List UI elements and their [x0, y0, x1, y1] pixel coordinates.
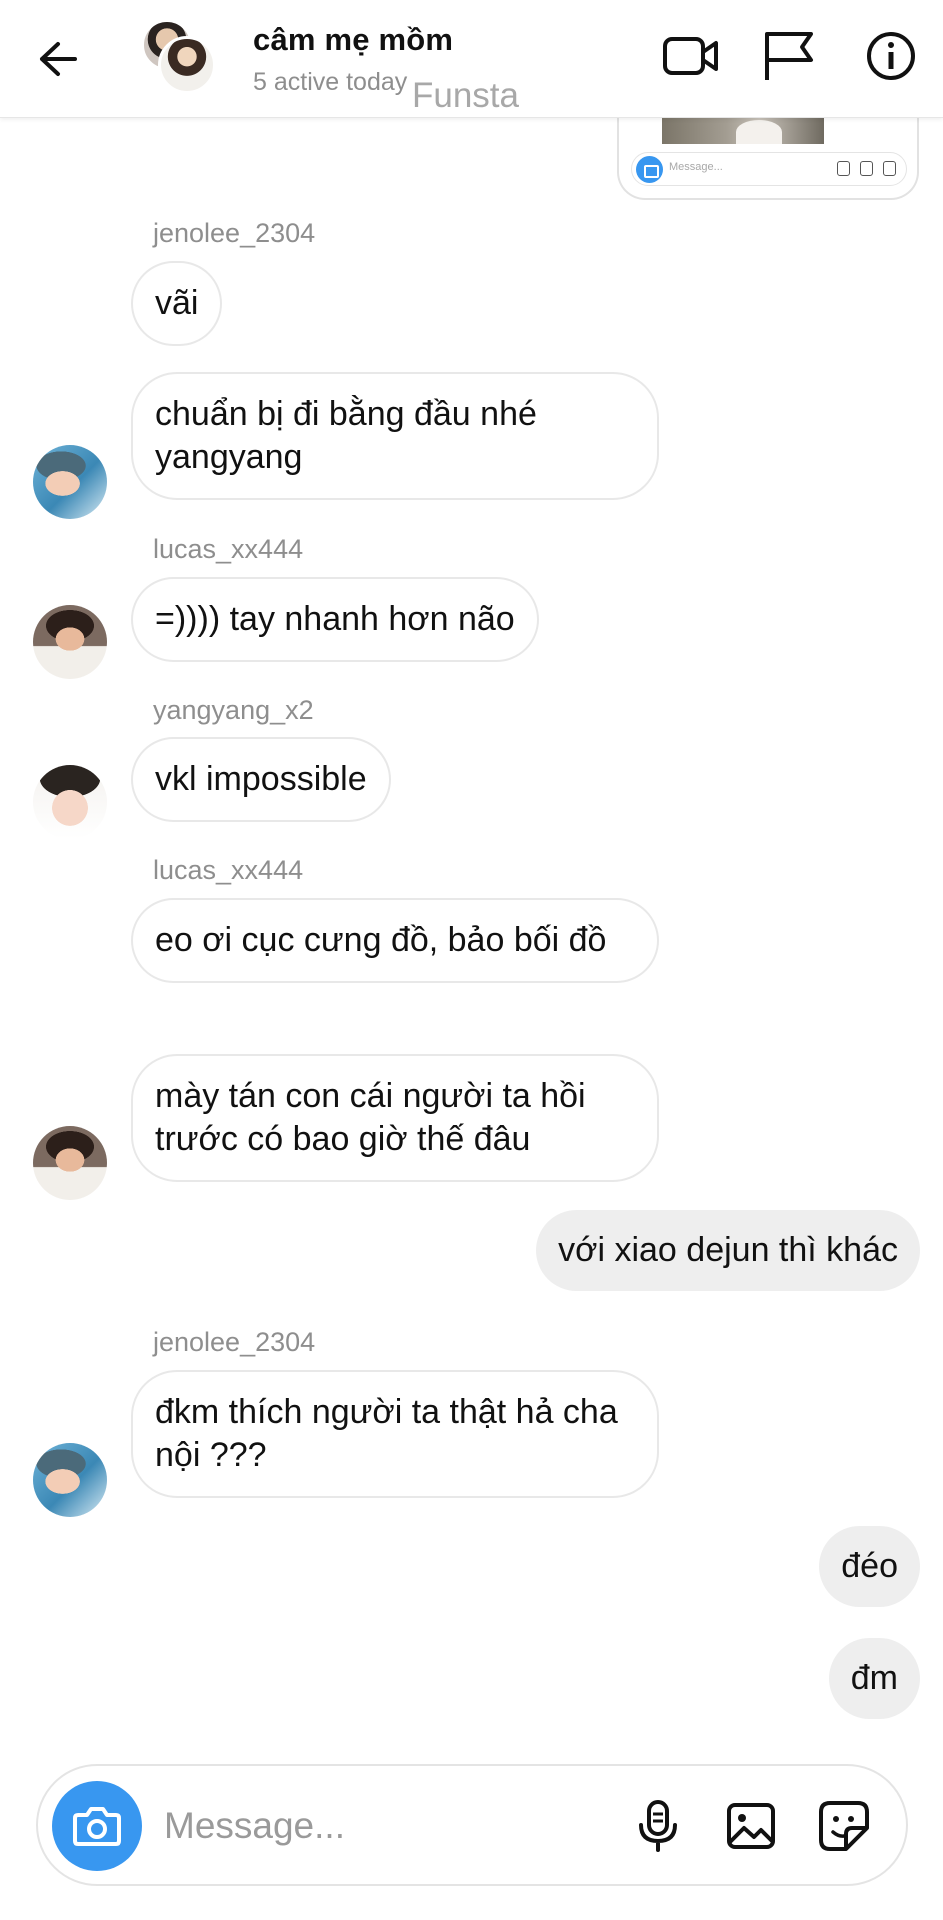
info-button[interactable]	[860, 28, 922, 84]
microphone-icon	[837, 161, 850, 176]
sticker-button[interactable]	[814, 1796, 874, 1856]
flag-icon	[765, 32, 813, 80]
message-bubble[interactable]: vãi	[131, 261, 223, 346]
message-bubble[interactable]: mày tán con cái người ta hồi trước có ba…	[131, 1054, 659, 1182]
avatar[interactable]	[33, 1443, 107, 1517]
group-avatar[interactable]	[142, 20, 220, 94]
image-icon	[860, 161, 873, 176]
arrow-left-icon	[40, 42, 77, 76]
video-camera-icon	[663, 37, 718, 75]
sender-name: lucas_xx444	[153, 534, 304, 564]
avatar[interactable]	[33, 1126, 107, 1200]
microphone-icon	[639, 1800, 677, 1852]
active-status: 5 active today	[253, 68, 408, 96]
chat-header: câm mẹ mồm 5 active today Funsta	[0, 0, 943, 118]
message-input[interactable]	[164, 1796, 634, 1856]
sender-name: lucas_xx444	[153, 855, 304, 885]
message-bubble[interactable]: đm	[828, 1638, 920, 1719]
message-bubble[interactable]: chuẩn bị đi bằng đầu nhé yangyang	[131, 372, 659, 500]
sender-name: jenolee_2304	[153, 1327, 316, 1357]
shared-image-message[interactable]: Message...	[617, 108, 919, 200]
avatar[interactable]	[33, 765, 107, 839]
sticker-icon	[819, 1801, 869, 1851]
message-bubble[interactable]: vkl impossible	[131, 737, 391, 822]
image-icon	[727, 1803, 775, 1849]
message-bubble[interactable]: =)))) tay nhanh hơn não	[131, 577, 539, 662]
avatar	[158, 36, 216, 94]
watermark: Funsta	[412, 76, 519, 115]
avatar[interactable]	[33, 445, 107, 519]
message-bubble[interactable]: eo ơi cục cưng đồ, bảo bối đồ	[131, 898, 659, 983]
sender-name: yangyang_x2	[153, 695, 314, 725]
report-button[interactable]	[758, 28, 820, 84]
chat-title[interactable]: câm mẹ mồm	[253, 22, 453, 58]
video-call-button[interactable]	[660, 28, 722, 84]
voice-message-button[interactable]	[628, 1796, 688, 1856]
sender-name: jenolee_2304	[153, 218, 316, 248]
message-bubble[interactable]: đkm thích người ta thật hả cha nội ???	[131, 1370, 659, 1498]
camera-icon	[73, 1807, 121, 1846]
preview-message-bar: Message...	[631, 152, 907, 186]
avatar[interactable]	[33, 605, 107, 679]
preview-placeholder: Message...	[669, 161, 723, 173]
gallery-button[interactable]	[721, 1796, 781, 1856]
camera-button[interactable]	[52, 1781, 142, 1871]
sticker-icon	[883, 161, 896, 176]
message-bubble[interactable]: đéo	[819, 1526, 920, 1607]
message-bubble[interactable]: với xiao dejun thì khác	[536, 1210, 920, 1291]
back-button[interactable]	[30, 34, 86, 84]
info-icon	[867, 32, 915, 80]
message-composer	[36, 1764, 908, 1886]
camera-icon	[636, 156, 663, 183]
